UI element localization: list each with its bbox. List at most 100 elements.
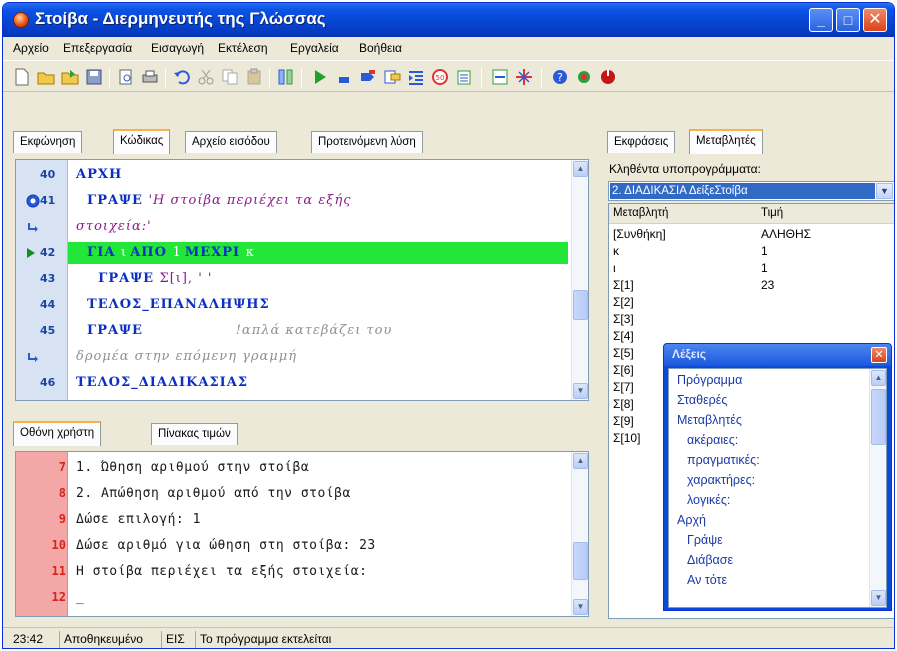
new-file-icon[interactable] [13, 68, 31, 86]
step-icon[interactable] [335, 68, 353, 86]
variable-row[interactable]: Σ[4] [609, 328, 894, 344]
cut-icon[interactable] [197, 68, 215, 86]
column-header-value[interactable]: Τιμή [761, 207, 783, 219]
tab-variables[interactable]: Μεταβλητές [689, 129, 763, 154]
keyword-item[interactable]: χαρακτήρες: [687, 473, 755, 487]
code-line[interactable]: δρομέα στην επόμενη γραμμή [16, 346, 572, 368]
watch-icon[interactable] [491, 68, 509, 86]
variable-row[interactable]: κ1 [609, 243, 894, 259]
copy-icon[interactable] [221, 68, 239, 86]
indent-icon[interactable] [407, 68, 425, 86]
tab-input-file[interactable]: Αρχείο εισόδου [185, 131, 277, 153]
menu-run[interactable]: Εκτέλεση [218, 41, 268, 55]
breakpoint-icon [26, 194, 40, 208]
keyword-item[interactable]: πραγματικές: [687, 453, 760, 467]
keyword-item[interactable]: Σταθερές [677, 393, 727, 407]
stop-icon[interactable]: 50 [431, 68, 449, 86]
keyword-item[interactable]: Αρχή [677, 513, 706, 527]
close-button[interactable]: ✕ [863, 8, 887, 32]
tab-statement[interactable]: Εκφώνηση [13, 131, 83, 153]
keyword-item[interactable]: Πρόγραμμα [677, 373, 742, 387]
variable-row[interactable]: ι1 [609, 260, 894, 276]
code-editor[interactable]: 40 ΑΡΧΗ 41 ΓΡΑΨΕ 'Η στοίβα περιέχει τα εξή… [15, 159, 589, 401]
help-icon[interactable]: ? [551, 68, 569, 86]
step-into-icon[interactable] [359, 68, 377, 86]
keywords-scrollbar[interactable]: ▲ ▼ [869, 369, 886, 607]
keyword-item[interactable]: Γράψε [687, 533, 723, 547]
tab-expressions[interactable]: Εκφράσεις [607, 131, 676, 153]
app-icon [13, 12, 29, 28]
output-scrollbar[interactable]: ▲ ▼ [571, 452, 588, 616]
trace-icon[interactable] [383, 68, 401, 86]
menu-file[interactable]: Αρχείο [13, 41, 49, 55]
keyword-item[interactable]: Διάβασε [687, 553, 733, 567]
scroll-down-arrow-icon[interactable]: ▼ [871, 590, 886, 606]
output-line: 11 Η στοίβα περιέχει τα εξής στοιχεία: [16, 560, 572, 583]
chevron-down-icon[interactable]: ▼ [876, 183, 893, 199]
keyword-item[interactable]: ακέραιες: [687, 433, 738, 447]
open-folder-icon[interactable] [37, 68, 55, 86]
menu-edit[interactable]: Επεξεργασία [63, 41, 132, 55]
maximize-button[interactable]: □ [836, 8, 860, 32]
menu-insert[interactable]: Εισαγωγή [151, 41, 204, 55]
called-subprograms-select[interactable]: 2. ΔΙΑΔΙΚΑΣΙΑ ΔείξεΣτοίβα ▼ [608, 181, 894, 201]
tab-user-screen[interactable]: Οθόνη χρήστη [13, 421, 102, 446]
keywords-window-title-bar[interactable]: Λέξεις ✕ [664, 344, 891, 366]
variable-row[interactable]: Σ[3] [609, 311, 894, 327]
scroll-up-arrow-icon[interactable]: ▲ [573, 453, 588, 469]
code-line[interactable]: 43 ΓΡΑΨΕ Σ[ι], ' ' [16, 268, 572, 290]
code-line[interactable]: 45 ΓΡΑΨΕ !απλά κατεβάζει του [16, 320, 572, 342]
output-line-number: 12 [51, 590, 66, 604]
code-line[interactable]: 41 ΓΡΑΨΕ 'Η στοίβα περιέχει τα εξής [16, 190, 572, 212]
variables-icon[interactable] [455, 68, 473, 86]
user-screen-console[interactable]: 7 1. Ώθηση αριθμού στην στοίβα 8 2. Απώθηση… [15, 451, 589, 617]
keyword-item[interactable]: Μεταβλητές [677, 413, 742, 427]
code-line[interactable]: 44 ΤΕΛΟΣ_ΕΠΑΝΑΛΗΨΗΣ [16, 294, 572, 316]
breakpoint-icon[interactable] [515, 68, 533, 86]
code-line[interactable]: 40 ΑΡΧΗ [16, 164, 572, 186]
output-text: Δώσε επιλογή: 1 [76, 512, 201, 527]
print-icon[interactable] [141, 68, 159, 86]
undo-icon[interactable] [173, 68, 191, 86]
menu-tools[interactable]: Εργαλεία [290, 41, 339, 55]
tab-values-table[interactable]: Πίνακας τιμών [151, 423, 238, 445]
title-bar[interactable]: Στοίβα - Διερμηνευτής της Γλώσσας _ □ ✕ [3, 3, 894, 37]
keywords-window[interactable]: Λέξεις ✕ Πρόγραμμα Σταθερές Μεταβλητές ακέρ… [663, 343, 892, 611]
code-text: ΑΡΧΗ [76, 164, 122, 186]
save-icon[interactable] [85, 68, 103, 86]
code-line[interactable]: 42 ΓΙΑ ι ΑΠΟ 1 ΜΕΧΡΙ κ [16, 242, 572, 264]
variable-row[interactable]: Σ[1] 23 [609, 277, 894, 293]
code-line[interactable]: στοιχεία:' [16, 216, 572, 238]
close-icon[interactable]: ✕ [871, 347, 887, 363]
scroll-thumb[interactable] [573, 542, 588, 580]
keyword-item[interactable]: Αν τότε [687, 573, 727, 587]
column-header-variable[interactable]: Μεταβλητή [613, 207, 668, 219]
columns-icon[interactable] [277, 68, 295, 86]
code-line[interactable]: 46 ΤΕΛΟΣ_ΔΙΑΔΙΚΑΣΙΑΣ [16, 372, 572, 394]
tab-code[interactable]: Κώδικας [113, 129, 171, 154]
paste-icon[interactable] [245, 68, 263, 86]
scroll-up-arrow-icon[interactable]: ▲ [573, 161, 588, 177]
tools-icon[interactable] [575, 68, 593, 86]
tab-suggested-solution[interactable]: Προτεινόμενη λύση [311, 131, 423, 153]
menu-help[interactable]: Βοήθεια [359, 41, 402, 55]
minimize-icon: _ [817, 12, 825, 28]
scroll-up-arrow-icon[interactable]: ▲ [871, 370, 886, 386]
code-scrollbar[interactable]: ▲ ▼ [571, 160, 588, 400]
print-preview-icon[interactable] [117, 68, 135, 86]
scroll-thumb[interactable] [573, 290, 588, 320]
scroll-thumb[interactable] [871, 389, 886, 445]
variable-name: κ [613, 244, 619, 258]
close-icon: ✕ [868, 11, 882, 28]
keyword-item[interactable]: λογικές: [687, 493, 730, 507]
toolbar-separator [109, 68, 110, 88]
variables-table-header: Μεταβλητή Τιμή [609, 204, 894, 224]
variable-row[interactable]: Σ[2] [609, 294, 894, 310]
scroll-down-arrow-icon[interactable]: ▼ [573, 383, 588, 399]
run-icon[interactable] [311, 68, 329, 86]
open-icon[interactable] [61, 68, 79, 86]
scroll-down-arrow-icon[interactable]: ▼ [573, 599, 588, 615]
minimize-button[interactable]: _ [809, 8, 833, 32]
exit-icon[interactable] [599, 68, 617, 86]
variable-row[interactable]: [Συνθήκη] ΑΛΗΘΗΣ [609, 226, 894, 242]
